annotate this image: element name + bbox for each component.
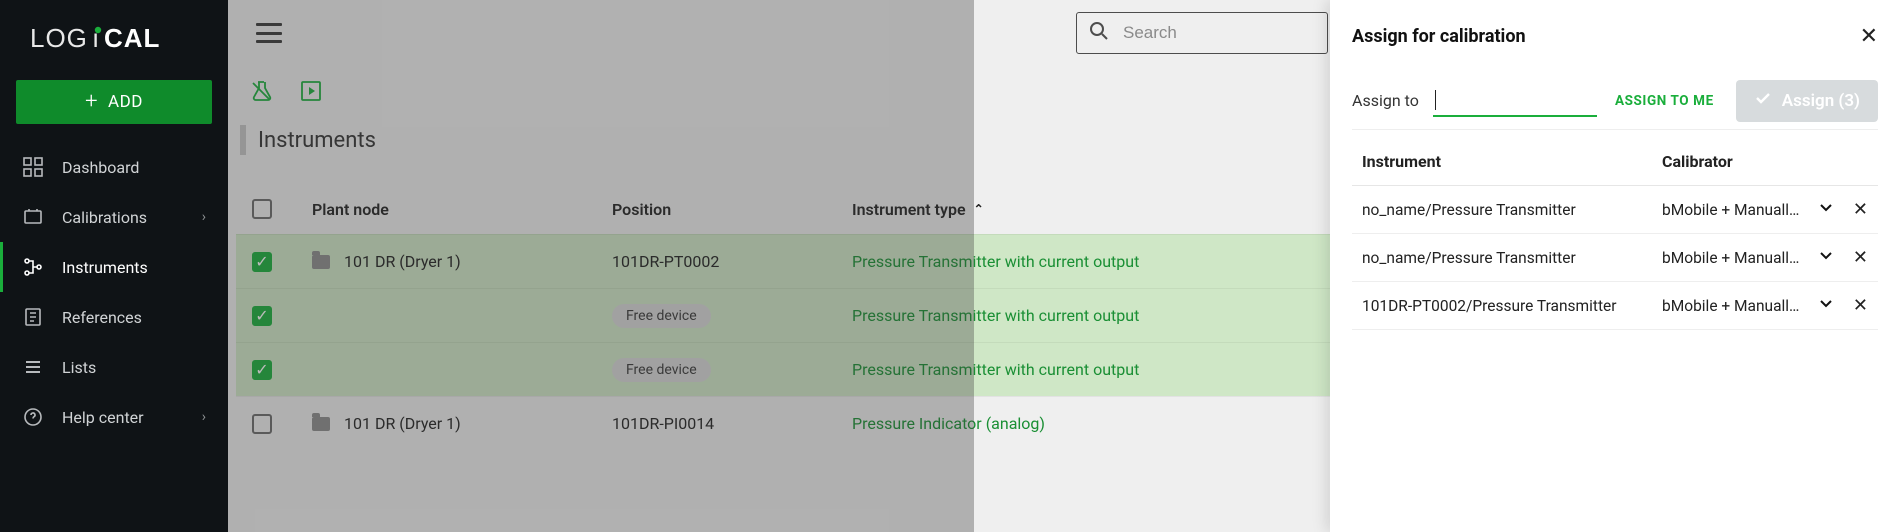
chevron-down-icon[interactable] xyxy=(1817,247,1835,269)
panel-row: no_name/Pressure Transmitter bMobile + M… xyxy=(1352,186,1878,234)
sidebar-item-instruments[interactable]: Instruments xyxy=(0,242,228,292)
folder-icon xyxy=(312,255,330,269)
sidebar-item-label: References xyxy=(62,308,142,327)
free-device-badge: Free device xyxy=(612,304,711,328)
search-box[interactable] xyxy=(1076,12,1328,54)
select-all-checkbox[interactable] xyxy=(252,199,272,219)
sidebar-item-help[interactable]: Help center › xyxy=(0,392,228,442)
panel-title: Assign for calibration xyxy=(1352,26,1526,47)
panel-cell-instrument: no_name/Pressure Transmitter xyxy=(1362,201,1662,219)
title-accent xyxy=(240,125,246,155)
remove-icon[interactable]: ✕ xyxy=(1853,295,1868,316)
brand-logo: LOG ı CAL xyxy=(0,0,228,66)
assign-to-me-button[interactable]: ASSIGN TO ME xyxy=(1615,93,1714,109)
folder-icon xyxy=(312,417,330,431)
sidebar-item-lists[interactable]: Lists xyxy=(0,342,228,392)
search-input[interactable] xyxy=(1123,23,1315,43)
row-checkbox[interactable]: ✓ xyxy=(252,252,272,272)
sidebar-item-calibrations[interactable]: Calibrations › xyxy=(0,192,228,242)
sort-asc-icon: ⌃ xyxy=(974,202,984,216)
search-icon xyxy=(1089,21,1109,45)
sidebar-item-label: Instruments xyxy=(62,258,148,277)
panel-col-calibrator: Calibrator xyxy=(1662,152,1868,171)
remove-icon[interactable]: ✕ xyxy=(1853,199,1868,220)
chevron-right-icon: › xyxy=(202,209,206,225)
chevron-down-icon[interactable] xyxy=(1817,199,1835,221)
row-checkbox[interactable]: ✓ xyxy=(252,306,272,326)
lists-icon xyxy=(22,356,44,378)
references-icon xyxy=(22,306,44,328)
assign-panel: Assign for calibration ✕ Assign to ASSIG… xyxy=(1330,0,1900,532)
instruments-icon xyxy=(22,256,44,278)
calibrations-icon xyxy=(22,206,44,228)
assign-submit-button[interactable]: Assign (3) xyxy=(1736,80,1878,122)
close-icon[interactable]: ✕ xyxy=(1860,24,1878,49)
row-checkbox[interactable] xyxy=(252,414,272,434)
dashboard-icon xyxy=(22,156,44,178)
cell-type[interactable]: Pressure Transmitter with current output xyxy=(852,252,1139,271)
check-icon xyxy=(1754,89,1772,112)
add-button[interactable]: + ADD xyxy=(16,80,212,124)
cell-node: 101 DR (Dryer 1) xyxy=(344,414,461,433)
sidebar-item-dashboard[interactable]: Dashboard xyxy=(0,142,228,192)
panel-cell-instrument: 101DR-PT0002/Pressure Transmitter xyxy=(1362,297,1662,315)
chevron-right-icon: › xyxy=(202,409,206,425)
cell-position: 101DR-PT0002 xyxy=(612,252,719,271)
add-button-label: ADD xyxy=(108,92,143,112)
menu-toggle-icon[interactable] xyxy=(256,23,282,43)
assign-submit-label: Assign (3) xyxy=(1782,91,1860,111)
play-box-icon[interactable] xyxy=(300,80,322,102)
col-header-node[interactable]: Plant node xyxy=(312,200,612,219)
panel-row: 101DR-PT0002/Pressure Transmitter bMobil… xyxy=(1352,282,1878,330)
svg-text:LOG: LOG xyxy=(30,24,88,53)
assign-to-input[interactable] xyxy=(1436,91,1597,108)
assign-to-row: Assign to ASSIGN TO ME Assign (3) xyxy=(1352,72,1878,130)
cell-type[interactable]: Pressure Transmitter with current output xyxy=(852,360,1139,379)
panel-header: Assign for calibration ✕ xyxy=(1352,0,1878,72)
svg-text:ı: ı xyxy=(92,24,99,53)
sidebar-item-label: Help center xyxy=(62,408,144,427)
panel-cell-instrument: no_name/Pressure Transmitter xyxy=(1362,249,1662,267)
svg-text:CAL: CAL xyxy=(104,24,160,53)
nav: Dashboard Calibrations › Instruments Ref… xyxy=(0,142,228,442)
flask-off-icon[interactable] xyxy=(250,80,272,102)
plus-icon: + xyxy=(85,91,98,113)
cell-type[interactable]: Pressure Indicator (analog) xyxy=(852,414,1045,433)
assign-to-field[interactable] xyxy=(1433,85,1597,117)
sidebar-item-references[interactable]: References xyxy=(0,292,228,342)
sidebar-item-label: Lists xyxy=(62,358,96,377)
cell-position: 101DR-PI0014 xyxy=(612,414,714,433)
sidebar-item-label: Calibrations xyxy=(62,208,147,227)
assign-to-label: Assign to xyxy=(1352,91,1419,110)
free-device-badge: Free device xyxy=(612,358,711,382)
panel-table-header: Instrument Calibrator xyxy=(1352,138,1878,186)
cell-node: 101 DR (Dryer 1) xyxy=(344,252,461,271)
panel-cell-calibrator: bMobile + Manuall… xyxy=(1662,297,1807,315)
chevron-down-icon[interactable] xyxy=(1817,295,1835,317)
sidebar-item-label: Dashboard xyxy=(62,158,139,177)
row-checkbox[interactable]: ✓ xyxy=(252,360,272,380)
panel-col-instrument: Instrument xyxy=(1362,152,1662,171)
panel-cell-calibrator: bMobile + Manuall… xyxy=(1662,201,1807,219)
col-header-position[interactable]: Position xyxy=(612,200,852,219)
help-icon xyxy=(22,406,44,428)
cell-type[interactable]: Pressure Transmitter with current output xyxy=(852,306,1139,325)
panel-row: no_name/Pressure Transmitter bMobile + M… xyxy=(1352,234,1878,282)
page-title: Instruments xyxy=(258,128,376,153)
remove-icon[interactable]: ✕ xyxy=(1853,247,1868,268)
sidebar: LOG ı CAL + ADD Dashboard Calibrations › xyxy=(0,0,228,532)
panel-cell-calibrator: bMobile + Manuall… xyxy=(1662,249,1807,267)
